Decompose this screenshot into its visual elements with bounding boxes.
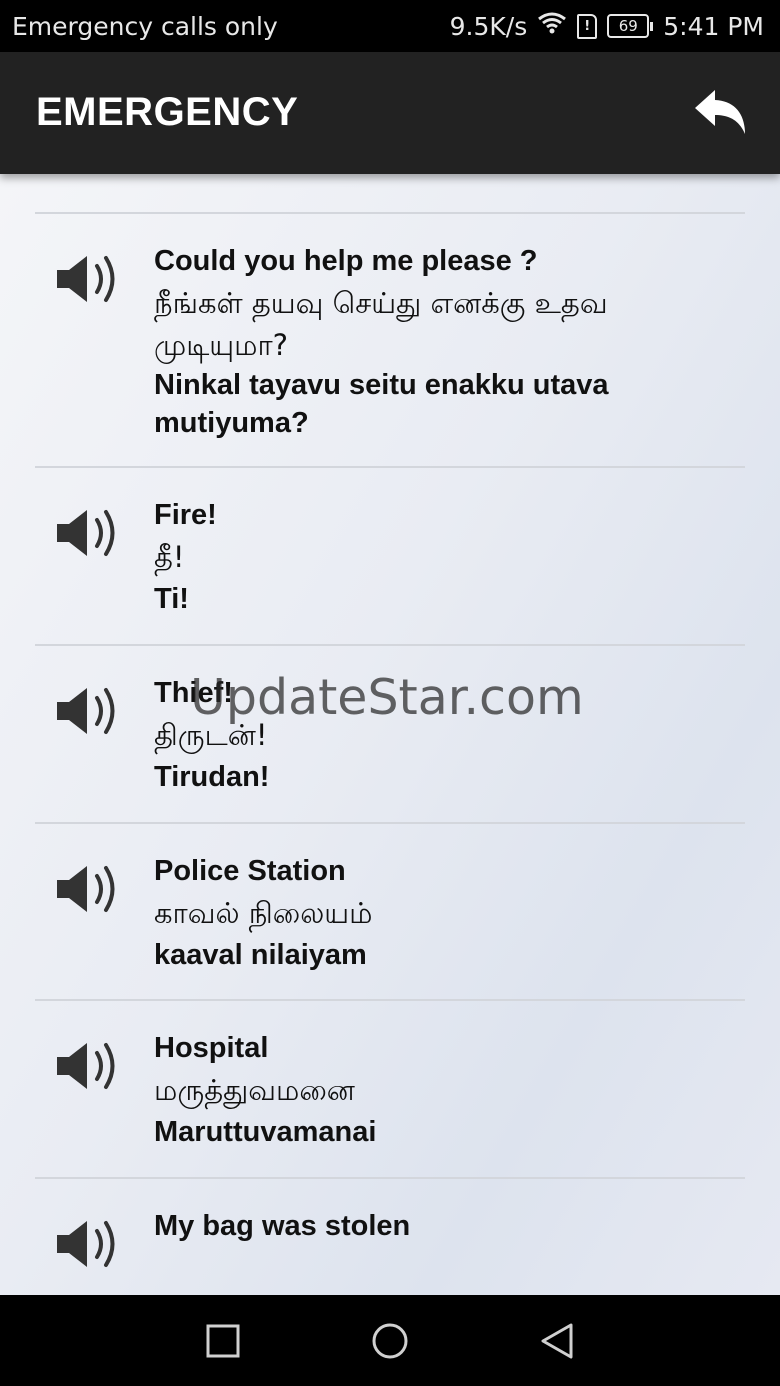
phrase-text: Thief! திருடன்! Tirudan! (154, 672, 745, 798)
status-bar: Emergency calls only 9.5K/s ! 69 5:41 PM (0, 0, 780, 52)
home-button[interactable] (365, 1316, 415, 1366)
circle-home-icon (372, 1323, 408, 1358)
phrase-text: Police Station காவல் நிலையம் kaaval nila… (154, 850, 745, 976)
battery-icon: 69 (607, 14, 654, 38)
speaker-icon[interactable] (53, 1213, 125, 1275)
phrase-item-thief[interactable]: Thief! திருடன்! Tirudan! (35, 646, 745, 824)
english-text: Police Station (154, 855, 346, 887)
tamil-text: மருத்துவமனை (154, 1073, 355, 1107)
english-text: Hospital (154, 1032, 269, 1064)
speaker-icon[interactable] (53, 502, 125, 564)
recents-button[interactable] (198, 1316, 248, 1366)
english-text: Thief! (154, 677, 233, 709)
tamil-text: காவல் நிலையம் (154, 896, 373, 930)
phrase-list: Could you help me please ? நீங்கள் தயவு … (0, 214, 780, 1295)
phrase-text: My bag was stolen (154, 1205, 745, 1247)
network-speed: 9.5K/s (449, 11, 528, 41)
phrase-item-fire[interactable]: Fire! தீ! Ti! (35, 468, 745, 646)
english-text: Could you help me please ? (154, 245, 538, 277)
page-title: EMERGENCY (36, 90, 299, 134)
transliteration-text: Tirudan! (154, 761, 270, 793)
nav-back-button[interactable] (532, 1316, 582, 1366)
english-text: My bag was stolen (154, 1210, 411, 1242)
speaker-icon[interactable] (53, 680, 125, 742)
transliteration-text: Maruttuvamanai (154, 1116, 377, 1148)
phrase-item-police-station[interactable]: Police Station காவல் நிலையம் kaaval nila… (35, 824, 745, 1001)
transliteration-text: Ninkal tayavu seitu enakku utava mutiyum… (154, 369, 609, 439)
phrase-text: Hospital மருத்துவமனை Maruttuvamanai (154, 1027, 745, 1153)
tamil-text: திருடன்! (154, 718, 268, 752)
app-bar: EMERGENCY (0, 52, 780, 174)
transliteration-text: Ti! (154, 583, 189, 615)
back-button[interactable] (688, 82, 754, 142)
phrase-item-hospital[interactable]: Hospital மருத்துவமனை Maruttuvamanai (35, 1001, 745, 1179)
navigation-bar (0, 1295, 780, 1386)
battery-level: 69 (607, 14, 650, 38)
phrase-item-bag-stolen[interactable]: My bag was stolen (35, 1179, 745, 1295)
sim-alert-icon: ! (577, 13, 598, 39)
phrase-item-help[interactable]: Could you help me please ? நீங்கள் தயவு … (35, 214, 745, 468)
tamil-text: நீங்கள் தயவு செய்து எனக்கு உதவ முடியுமா? (154, 286, 608, 362)
tamil-text: தீ! (154, 540, 185, 574)
speaker-icon[interactable] (53, 858, 125, 920)
phrase-content[interactable]: Could you help me please ? நீங்கள் தயவு … (0, 174, 780, 1295)
status-icons: 9.5K/s ! 69 5:41 PM (450, 11, 764, 41)
carrier-text: Emergency calls only (12, 11, 278, 41)
speaker-icon[interactable] (53, 1035, 125, 1097)
english-text: Fire! (154, 499, 217, 531)
square-recents-icon (206, 1324, 240, 1357)
transliteration-text: kaaval nilaiyam (154, 939, 367, 971)
wifi-icon (537, 11, 567, 41)
triangle-back-icon (541, 1323, 573, 1358)
phrase-text: Could you help me please ? நீங்கள் தயவு … (154, 240, 745, 442)
speaker-icon[interactable] (53, 248, 125, 310)
reply-arrow-icon (695, 90, 745, 134)
phrase-text: Fire! தீ! Ti! (154, 494, 745, 620)
clock: 5:41 PM (663, 11, 764, 41)
